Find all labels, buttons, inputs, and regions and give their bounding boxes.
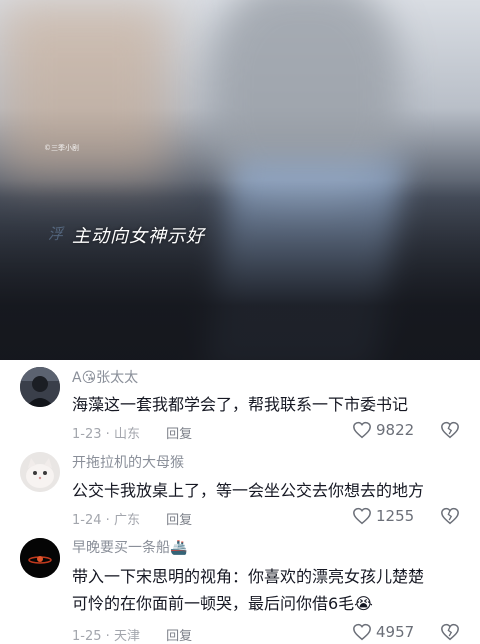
user-avatar[interactable] [20, 452, 60, 492]
user-avatar[interactable] [20, 538, 60, 578]
comment-meta: 1-25 · 天津 回复 [72, 625, 192, 644]
comment-list: A😘张太太 海藻这一套我都学会了，帮我联系一下市委书记 1-23 · 山东 回复… [0, 360, 480, 644]
like-button[interactable]: 1255 [352, 507, 414, 525]
comment-text-line: 带入一下宋思明的视角：你喜欢的漂亮女孩儿楚楚 [72, 567, 425, 586]
comment-username[interactable]: A😘张太太 [72, 367, 138, 387]
dislike-button[interactable] [440, 623, 460, 641]
comment-username[interactable]: 开拖拉机的大母猴 [72, 452, 184, 472]
comment-separator: · [105, 629, 110, 644]
comment-text: 海藻这一套我都学会了，帮我联系一下市委书记 [72, 395, 409, 414]
comment-text: 公交卡我放桌上了，等一会坐公交去你想去的地方 [72, 481, 425, 500]
broken-heart-icon [441, 421, 459, 439]
dark-sunset-avatar-icon [20, 538, 60, 578]
user-avatar[interactable] [20, 367, 60, 407]
dislike-button[interactable] [440, 507, 460, 525]
comment-date: 1-25 [72, 629, 102, 644]
comment-location: 广东 [113, 513, 140, 528]
caption-ghost-text: 浮 [48, 225, 64, 243]
dislike-button[interactable] [440, 421, 460, 439]
comment-meta: 1-23 · 山东 回复 [72, 423, 192, 442]
heart-icon [353, 507, 371, 525]
like-count: 9822 [376, 421, 415, 439]
heart-icon [353, 421, 371, 439]
like-count: 1255 [376, 507, 415, 525]
comment-text: 带入一下宋思明的视角：你喜欢的漂亮女孩儿楚楚 可怜的在你面前一顿哭，最后问你借6… [72, 563, 464, 617]
comment-date: 1-23 [72, 427, 102, 442]
like-button[interactable]: 9822 [352, 421, 414, 439]
like-button[interactable]: 4957 [352, 623, 414, 641]
heart-icon [353, 623, 371, 641]
video-watermark: ©三季小剧 [44, 144, 79, 152]
comment-username[interactable]: 早晚要买一条船🚢 [72, 537, 187, 557]
comment-separator: · [105, 427, 110, 442]
comment-location: 天津 [113, 629, 140, 644]
video-caption: 主动向女神示好 [72, 226, 205, 247]
comment-text-line: 可怜的在你面前一顿哭，最后问你借6毛😭 [72, 594, 373, 613]
reply-button[interactable]: 回复 [166, 427, 192, 442]
video-player[interactable]: ©三季小剧 浮 主动向女神示好 [0, 0, 480, 360]
like-count: 4957 [376, 623, 415, 641]
broken-heart-icon [441, 623, 459, 641]
comment-separator: · [105, 513, 110, 528]
comment-location: 山东 [113, 427, 140, 442]
reply-button[interactable]: 回复 [166, 629, 192, 644]
comment-meta: 1-24 · 广东 回复 [72, 509, 192, 528]
comment-date: 1-24 [72, 513, 102, 528]
cat-avatar-icon [20, 452, 60, 492]
reply-button[interactable]: 回复 [166, 513, 192, 528]
dark-portrait-avatar-icon [20, 367, 60, 407]
broken-heart-icon [441, 507, 459, 525]
